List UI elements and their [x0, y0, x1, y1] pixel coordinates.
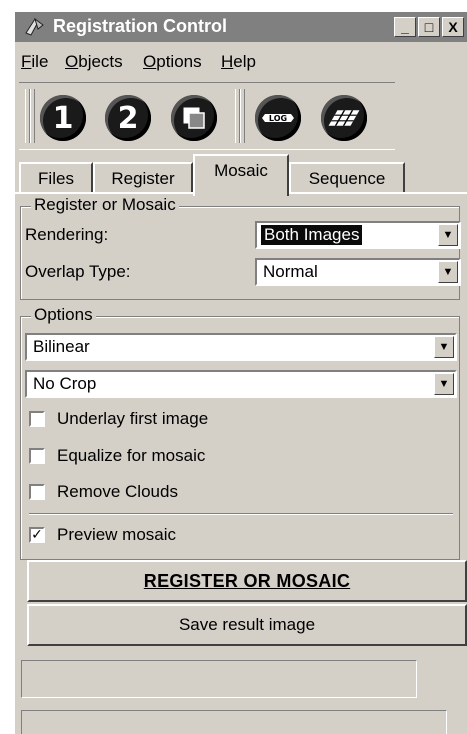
crop-value: No Crop: [33, 374, 97, 393]
minimize-button[interactable]: _: [394, 17, 416, 37]
underlay-first-image-label: Underlay first image: [57, 409, 209, 428]
tab-sequence-label: Sequence: [308, 169, 386, 188]
svg-text:LOG: LOG: [269, 114, 287, 123]
register-group-legend: Register or Mosaic: [31, 195, 179, 215]
equalize-for-mosaic-label: Equalize for mosaic: [57, 446, 206, 465]
overlap-type-value: Normal: [263, 262, 318, 281]
status-field: [21, 660, 417, 698]
options-group-legend: Options: [31, 305, 96, 325]
register-or-mosaic-button[interactable]: REGISTER OR MOSAIC: [27, 560, 467, 602]
menu-help[interactable]: Help: [221, 52, 256, 72]
rendering-label: Rendering:: [25, 225, 109, 244]
interpolation-value: Bilinear: [33, 337, 90, 356]
mosaic-grid-button[interactable]: [321, 95, 367, 141]
tab-register[interactable]: Register: [93, 162, 193, 194]
rendering-select[interactable]: Both Images ▼: [255, 221, 461, 249]
save-result-image-button[interactable]: Save result image: [27, 604, 467, 646]
toolbar-separator: [240, 89, 245, 143]
progress-field: [21, 710, 447, 734]
chevron-down-icon[interactable]: ▼: [434, 373, 454, 395]
menu-bar: File Objects Options Help: [15, 48, 467, 76]
checkbox-box[interactable]: [29, 448, 45, 464]
toolbar-grip[interactable]: [30, 89, 35, 143]
step-one-icon: 1: [52, 100, 74, 136]
tab-strip: Files Register Mosaic Sequence: [15, 154, 467, 196]
log-button[interactable]: LOG: [255, 95, 301, 141]
log-icon: LOG: [262, 114, 294, 123]
close-button[interactable]: X: [442, 17, 464, 37]
step-two-button[interactable]: 2: [105, 95, 151, 141]
menu-options[interactable]: Options: [143, 52, 202, 72]
preview-mosaic-label: Preview mosaic: [57, 525, 177, 544]
checkmark-icon[interactable]: ✓: [29, 527, 45, 543]
minimize-icon: _: [401, 19, 409, 35]
overlay-button[interactable]: [171, 95, 217, 141]
app-icon: [25, 17, 44, 36]
crop-select[interactable]: No Crop ▼: [25, 370, 457, 398]
overlap-type-label: Overlap Type:: [25, 262, 131, 281]
checkbox-box[interactable]: [29, 411, 45, 427]
window-title: Registration Control: [53, 16, 227, 36]
close-icon: X: [448, 19, 458, 35]
overlap-type-select[interactable]: Normal ▼: [255, 258, 461, 286]
register-or-mosaic-label: REGISTER OR MOSAIC: [143, 570, 351, 591]
options-group: Options Bilinear ▼ No Crop ▼ Underlay fi…: [20, 305, 460, 560]
save-result-image-label: Save result image: [178, 615, 316, 634]
tab-sequence[interactable]: Sequence: [289, 162, 405, 194]
options-divider: [29, 513, 453, 515]
overlay-squares-icon: [183, 107, 205, 129]
interpolation-select[interactable]: Bilinear ▼: [25, 333, 457, 361]
chevron-down-icon[interactable]: ▼: [438, 261, 458, 283]
checkbox-box[interactable]: [29, 484, 45, 500]
toolbar: 1 2 LOG: [19, 82, 395, 150]
maximize-button[interactable]: □: [418, 17, 440, 37]
step-one-button[interactable]: 1: [40, 95, 86, 141]
step-two-icon: 2: [117, 100, 139, 136]
maximize-icon: □: [424, 19, 434, 35]
registration-control-window: Registration Control _ □ X File Objects …: [13, 10, 467, 734]
tab-register-label: Register: [111, 169, 175, 188]
menu-objects[interactable]: Objects: [65, 52, 123, 72]
remove-clouds-label: Remove Clouds: [57, 482, 178, 501]
grid-mosaic-icon: [328, 110, 360, 126]
chevron-down-icon[interactable]: ▼: [434, 336, 454, 358]
title-bar[interactable]: Registration Control _ □ X: [15, 12, 467, 42]
tab-mosaic[interactable]: Mosaic: [193, 154, 289, 196]
register-or-mosaic-group: Register or Mosaic Rendering: Both Image…: [20, 195, 461, 300]
mosaic-tab-panel: Register or Mosaic Rendering: Both Image…: [15, 192, 467, 569]
rendering-value: Both Images: [261, 225, 363, 245]
tab-mosaic-label: Mosaic: [214, 161, 268, 180]
chevron-down-icon[interactable]: ▼: [438, 224, 458, 246]
menu-file[interactable]: File: [21, 52, 48, 72]
tab-files[interactable]: Files: [19, 162, 93, 194]
tab-files-label: Files: [38, 169, 74, 188]
